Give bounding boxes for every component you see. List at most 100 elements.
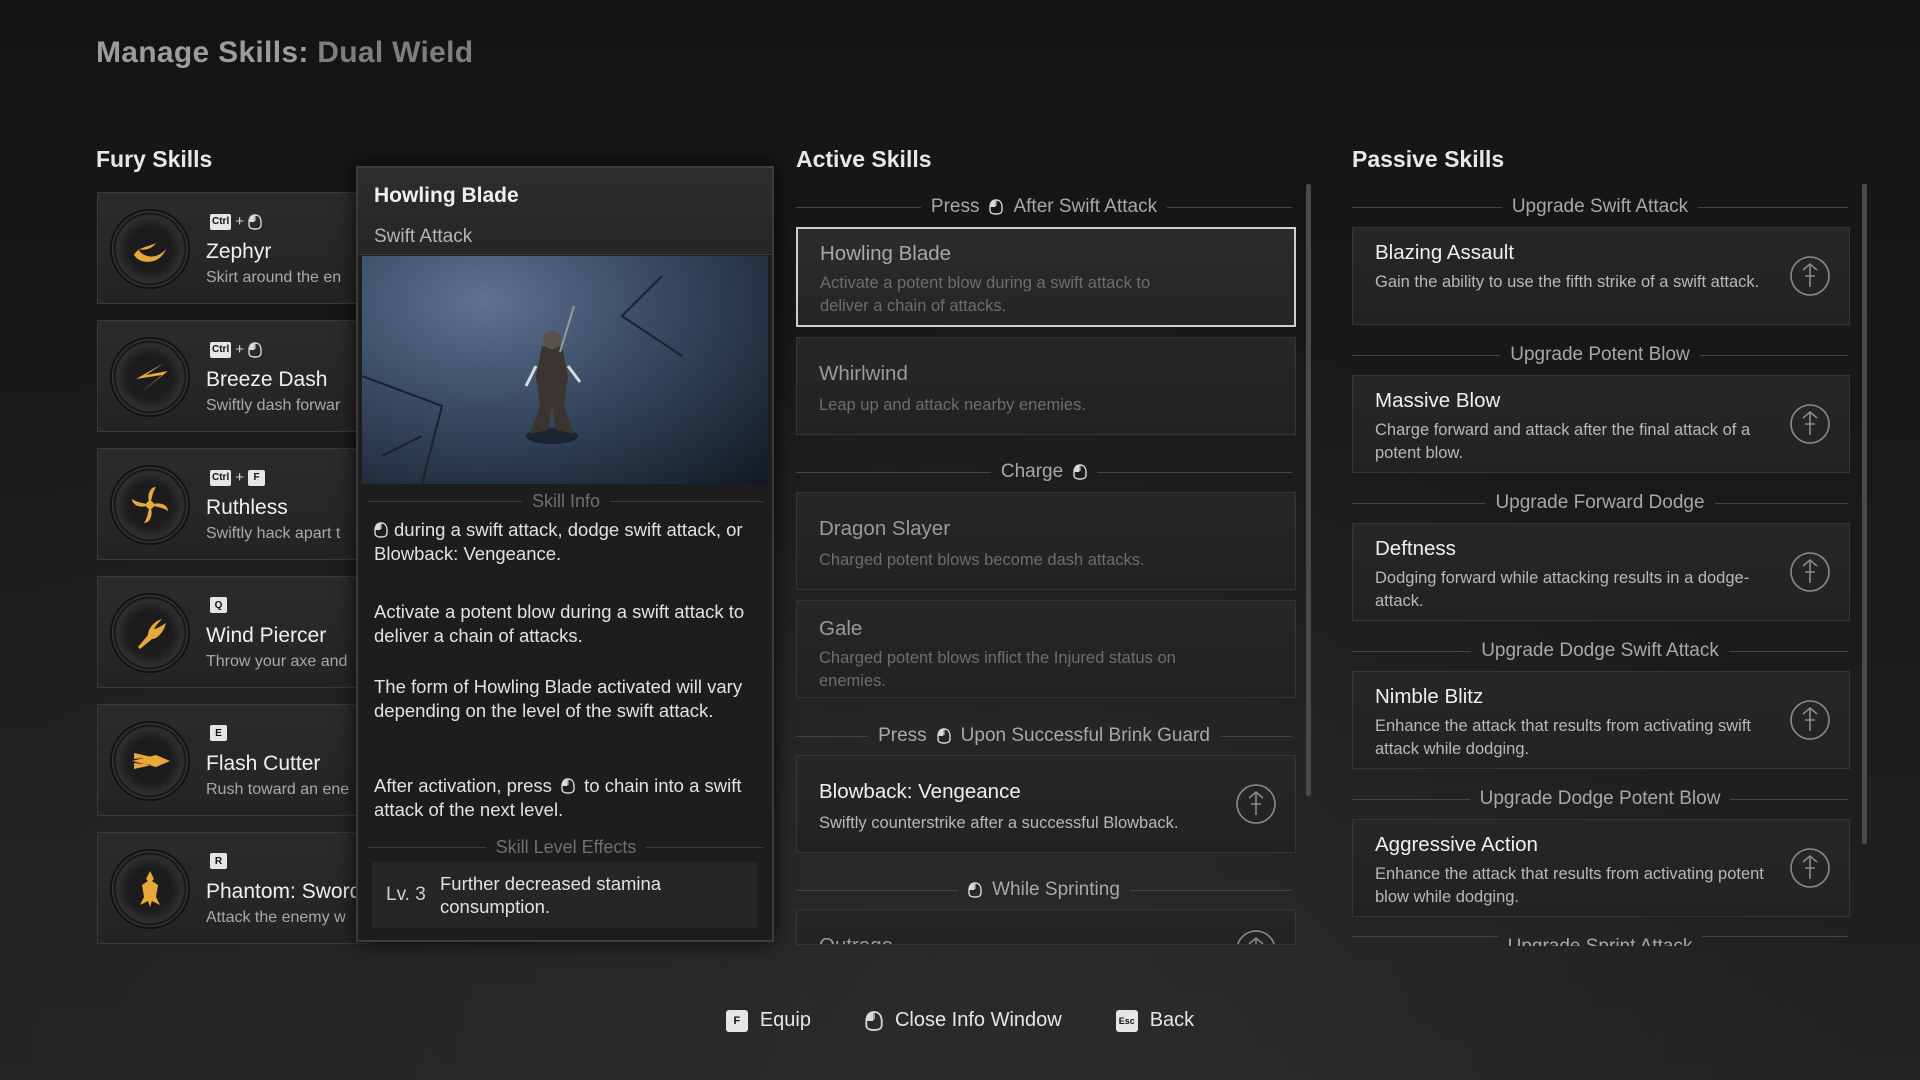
close-info-label: Close Info Window: [894, 1009, 1062, 1031]
lock-icon: [1789, 255, 1831, 297]
back-button[interactable]: Esc Back: [1115, 1009, 1195, 1032]
passive-scrollbar[interactable]: [1862, 184, 1867, 844]
passive-skill-desc: Gain the ability to use the fifth strike…: [1375, 273, 1760, 291]
passive-skill-nimble-blitz[interactable]: Nimble Blitz Enhance the attack that res…: [1352, 671, 1850, 769]
passive-skill-desc: Dodging forward while attacking results …: [1375, 569, 1750, 610]
skill-preview-image: [362, 256, 768, 484]
skill-level-divider: Skill Level Effects: [368, 837, 764, 858]
passive-skill-desc: Enhance the attack that results from act…: [1375, 865, 1764, 906]
active-skill-name: Howling Blade: [820, 242, 952, 265]
info-paragraph-3: The form of Howling Blade activated will…: [374, 676, 743, 721]
passive-skills-header: Passive Skills: [1352, 146, 1505, 172]
skill-info-divider: Skill Info: [368, 491, 764, 512]
flash-cut-icon: [112, 723, 188, 799]
active-group-header: Press After Swift Attack: [796, 196, 1292, 218]
passive-skill-name: Aggressive Action: [1375, 833, 1538, 856]
active-skill-name: Outrage: [819, 934, 893, 944]
passive-group-header: Upgrade Dodge Swift Attack: [1352, 640, 1848, 662]
fury-skill-flash-cutter[interactable]: E Flash Cutter Rush toward an ene: [97, 704, 367, 816]
passive-group-header: Upgrade Forward Dodge: [1352, 492, 1848, 514]
active-skill-desc: Swiftly counterstrike after a successful…: [819, 814, 1179, 832]
fury-skill-wind-piercer[interactable]: Q Wind Piercer Throw your axe and: [97, 576, 367, 688]
key-q: Q: [210, 597, 227, 613]
active-skill-howling-blade[interactable]: Howling Blade Activate a potent blow dur…: [796, 227, 1296, 327]
passive-skill-desc: Enhance the attack that results from act…: [1375, 717, 1752, 758]
passive-group-header: Upgrade Potent Blow: [1352, 344, 1848, 366]
fury-skill-desc: Throw your axe and: [206, 653, 348, 670]
active-skill-gale[interactable]: Gale Charged potent blows inflict the In…: [796, 600, 1296, 698]
key-r: R: [210, 853, 227, 869]
fury-skill-desc: Rush toward an ene: [206, 781, 350, 798]
active-skill-name: Whirlwind: [819, 362, 908, 385]
fury-skill-zephyr[interactable]: Ctrl + Zephyr Skirt around the en: [97, 192, 367, 304]
mouse-icon: [865, 1010, 883, 1032]
active-skill-dragon-slayer[interactable]: Dragon Slayer Charged potent blows becom…: [796, 492, 1296, 590]
info-paragraph-4: After activation, press to chain into a …: [374, 775, 742, 820]
mouse-icon: [248, 342, 262, 358]
level-effect-text: Further decreased stamina consumption.: [440, 873, 662, 917]
passive-skill-aggressive-action[interactable]: Aggressive Action Enhance the attack tha…: [1352, 819, 1850, 917]
info-skill-title: Howling Blade: [374, 184, 519, 207]
lock-icon: [1789, 403, 1831, 445]
close-info-window-button[interactable]: Close Info Window: [865, 1009, 1062, 1032]
fury-skill-ruthless[interactable]: Ctrl + F Ruthless Swiftly hack apart t: [97, 448, 367, 560]
active-group-header: Press Upon Successful Brink Guard: [796, 725, 1292, 747]
wind-axe-icon: [112, 595, 188, 671]
level-tag: Lv. 3: [386, 884, 426, 905]
fury-skill-name: Ruthless: [206, 496, 288, 519]
active-skills-header: Active Skills: [796, 146, 932, 172]
mouse-icon: [1073, 464, 1087, 480]
active-group-header: Charge: [796, 461, 1292, 483]
lock-icon: [1789, 847, 1831, 889]
active-skill-name: Gale: [819, 617, 863, 640]
active-skill-desc: Charged potent blows become dash attacks…: [819, 551, 1145, 569]
info-paragraph-2: Activate a potent blow during a swift at…: [374, 601, 745, 646]
passive-skill-desc: Charge forward and attack after the fina…: [1375, 421, 1751, 462]
fury-skill-phantom-sword[interactable]: R Phantom: Sword Attack the enemy w: [97, 832, 367, 944]
key-esc: Esc: [1115, 1009, 1138, 1032]
passive-group-header: Upgrade Swift Attack: [1352, 196, 1848, 218]
mouse-icon: [248, 214, 262, 230]
passive-group-header: Upgrade Sprint Attack: [1352, 936, 1848, 946]
page-title: Manage Skills: Dual Wield: [96, 36, 473, 70]
fury-skill-breeze-dash[interactable]: Ctrl + Breeze Dash Swiftly dash forwar: [97, 320, 367, 432]
mouse-icon: [989, 199, 1003, 215]
passive-skill-massive-blow[interactable]: Massive Blow Charge forward and attack a…: [1352, 375, 1850, 473]
mouse-icon: [561, 778, 575, 794]
passive-skill-name: Massive Blow: [1375, 389, 1501, 412]
active-skill-outrage[interactable]: Outrage: [796, 909, 1296, 945]
key-e: E: [210, 725, 227, 741]
passive-skill-name: Blazing Assault: [1375, 241, 1515, 264]
page-title-main: Manage Skills:: [96, 36, 309, 69]
active-skill-desc: Activate a potent blow during a swift at…: [820, 274, 1151, 315]
fury-skill-desc: Attack the enemy w: [206, 909, 346, 926]
skill-info-window: Howling Blade Swift Attack Skill Info du…: [356, 166, 774, 942]
active-group-header: While Sprinting: [796, 879, 1292, 901]
passive-skill-deftness[interactable]: Deftness Dodging forward while attacking…: [1352, 523, 1850, 621]
key-f: F: [248, 469, 265, 486]
lock-icon: [1235, 929, 1277, 945]
lock-icon: [1789, 699, 1831, 741]
fury-skill-desc: Skirt around the en: [206, 269, 342, 286]
passive-group-header: Upgrade Dodge Potent Blow: [1352, 788, 1848, 810]
passive-skill-blazing-assault[interactable]: Blazing Assault Gain the ability to use …: [1352, 227, 1850, 325]
active-scrollbar[interactable]: [1306, 184, 1311, 796]
active-skill-whirlwind[interactable]: Whirlwind Leap up and attack nearby enem…: [796, 337, 1296, 435]
active-skill-blowback-vengeance[interactable]: Blowback: Vengeance Swiftly counterstrik…: [796, 755, 1296, 853]
passive-skill-name: Deftness: [1375, 537, 1456, 560]
info-paragraph-1: during a swift attack, dodge swift attac…: [374, 519, 743, 564]
back-label: Back: [1149, 1009, 1195, 1031]
equip-button[interactable]: F Equip: [725, 1009, 811, 1032]
active-skill-name: Blowback: Vengeance: [819, 780, 1021, 803]
crescent-slash-icon: [112, 211, 188, 287]
skill-level-effect: Lv. 3 Further decreased stamina consumpt…: [372, 862, 758, 928]
fury-skill-name: Zephyr: [206, 240, 272, 263]
key-f: F: [725, 1009, 748, 1032]
active-skill-name: Dragon Slayer: [819, 517, 951, 540]
page-title-weapon: Dual Wield: [317, 36, 474, 69]
passive-skill-name: Nimble Blitz: [1375, 685, 1484, 708]
mouse-icon: [374, 522, 388, 538]
dash-slash-icon: [112, 339, 188, 415]
key-ctrl: Ctrl: [210, 213, 232, 230]
active-skill-desc: Leap up and attack nearby enemies.: [819, 396, 1086, 414]
